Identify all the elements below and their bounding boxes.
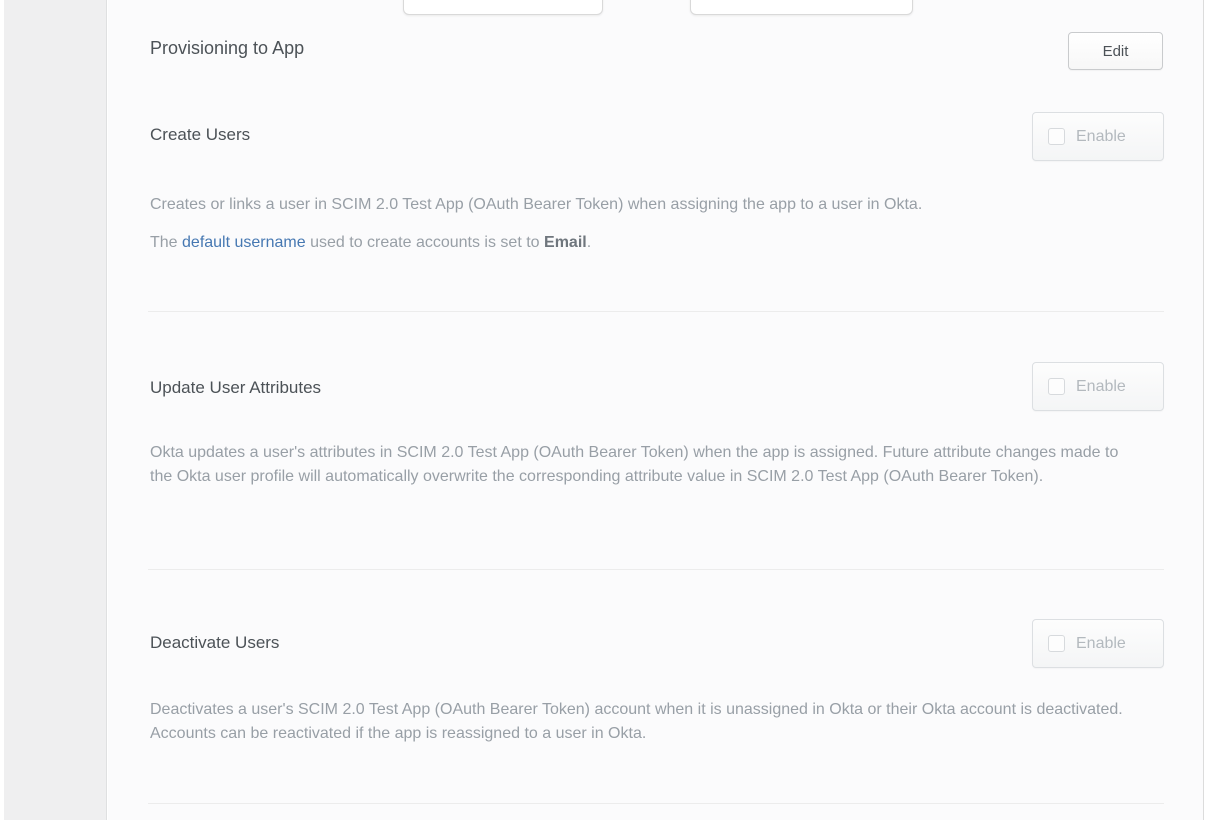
- enable-checkbox-icon[interactable]: [1048, 128, 1065, 145]
- enable-checkbox-icon[interactable]: [1048, 378, 1065, 395]
- note-suffix: .: [587, 234, 591, 251]
- edit-button[interactable]: Edit: [1068, 32, 1163, 70]
- truncated-field-left[interactable]: [403, 0, 603, 15]
- enable-toggle-deactivate-users[interactable]: Enable: [1032, 619, 1164, 668]
- section-title-deactivate-users: Deactivate Users: [150, 633, 279, 653]
- note-middle: used to create accounts is set to: [306, 234, 544, 251]
- enable-label: Enable: [1076, 635, 1126, 653]
- enable-label: Enable: [1076, 128, 1126, 146]
- default-username-link[interactable]: default username: [182, 234, 306, 251]
- enable-checkbox-icon[interactable]: [1048, 635, 1065, 652]
- section-divider: [148, 803, 1164, 804]
- section-title-update-user-attributes: Update User Attributes: [150, 378, 321, 398]
- username-value: Email: [544, 234, 587, 251]
- section-title-create-users: Create Users: [150, 125, 250, 145]
- update-user-attributes-description: Okta updates a user's attributes in SCIM…: [150, 441, 1130, 489]
- create-users-username-note: The default username used to create acco…: [150, 231, 1130, 255]
- note-prefix: The: [150, 234, 182, 251]
- enable-toggle-update-user-attributes[interactable]: Enable: [1032, 362, 1164, 411]
- enable-toggle-create-users[interactable]: Enable: [1032, 112, 1164, 161]
- provisioning-settings-page: Provisioning to App Edit Create Users En…: [0, 0, 1212, 820]
- deactivate-users-description: Deactivates a user's SCIM 2.0 Test App (…: [150, 698, 1130, 746]
- create-users-description: Creates or links a user in SCIM 2.0 Test…: [150, 193, 1130, 217]
- enable-label: Enable: [1076, 378, 1126, 396]
- left-sidebar: [4, 0, 107, 820]
- page-title: Provisioning to App: [150, 38, 304, 58]
- truncated-field-right[interactable]: [690, 0, 913, 15]
- section-divider: [148, 569, 1164, 570]
- section-divider: [148, 311, 1164, 312]
